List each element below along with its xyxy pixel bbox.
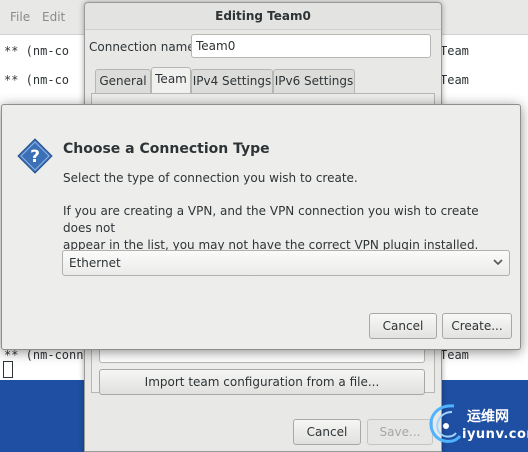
tab-ipv4-settings[interactable]: IPv4 Settings <box>191 69 273 93</box>
connection-name-input[interactable]: Team0 <box>191 34 431 58</box>
tab-ipv6-settings[interactable]: IPv6 Settings <box>273 69 355 93</box>
choose-connection-type-dialog: ? Choose a Connection Type Select the ty… <box>1 104 521 350</box>
watermark-chinese: 运维网 <box>467 409 509 425</box>
chevron-down-icon <box>493 259 503 266</box>
dialog-vpn-note: If you are creating a VPN, and the VPN c… <box>63 203 503 254</box>
terminal-line: ** (nm-co <box>4 44 70 58</box>
editor-title: Editing Team0 <box>85 3 441 30</box>
svg-text:?: ? <box>30 147 40 167</box>
terminal-line-end: Team <box>440 348 469 362</box>
connection-type-value: Ethernet <box>69 256 121 270</box>
import-team-config-button[interactable]: Import team configuration from a file... <box>99 369 425 395</box>
tab-general[interactable]: General <box>95 69 151 93</box>
terminal-line: ** (nm-conn <box>4 348 84 362</box>
terminal-line-end: Team <box>440 44 469 58</box>
menu-edit[interactable]: Edit <box>42 10 65 24</box>
terminal-line-end: Team <box>440 73 469 87</box>
terminal-cursor <box>3 361 13 378</box>
connection-name-label: Connection name: <box>89 40 199 54</box>
watermark-logo <box>429 404 462 443</box>
editor-cancel-button[interactable]: Cancel <box>293 419 361 445</box>
dialog-heading: Choose a Connection Type <box>63 141 270 157</box>
dialog-subtitle: Select the type of connection you wish t… <box>63 171 358 185</box>
watermark-url: iyunv.com <box>462 427 528 442</box>
menu-file[interactable]: File <box>10 10 30 24</box>
dialog-cancel-button[interactable]: Cancel <box>369 313 437 339</box>
dialog-create-button[interactable]: Create... <box>442 313 512 339</box>
dialog-vpn-note-line1: If you are creating a VPN, and the VPN c… <box>63 204 479 235</box>
terminal-line: ** (nm-co <box>4 73 70 87</box>
question-icon: ? <box>17 138 53 174</box>
tab-team[interactable]: Team <box>151 67 191 93</box>
connection-type-select[interactable]: Ethernet <box>62 250 510 276</box>
